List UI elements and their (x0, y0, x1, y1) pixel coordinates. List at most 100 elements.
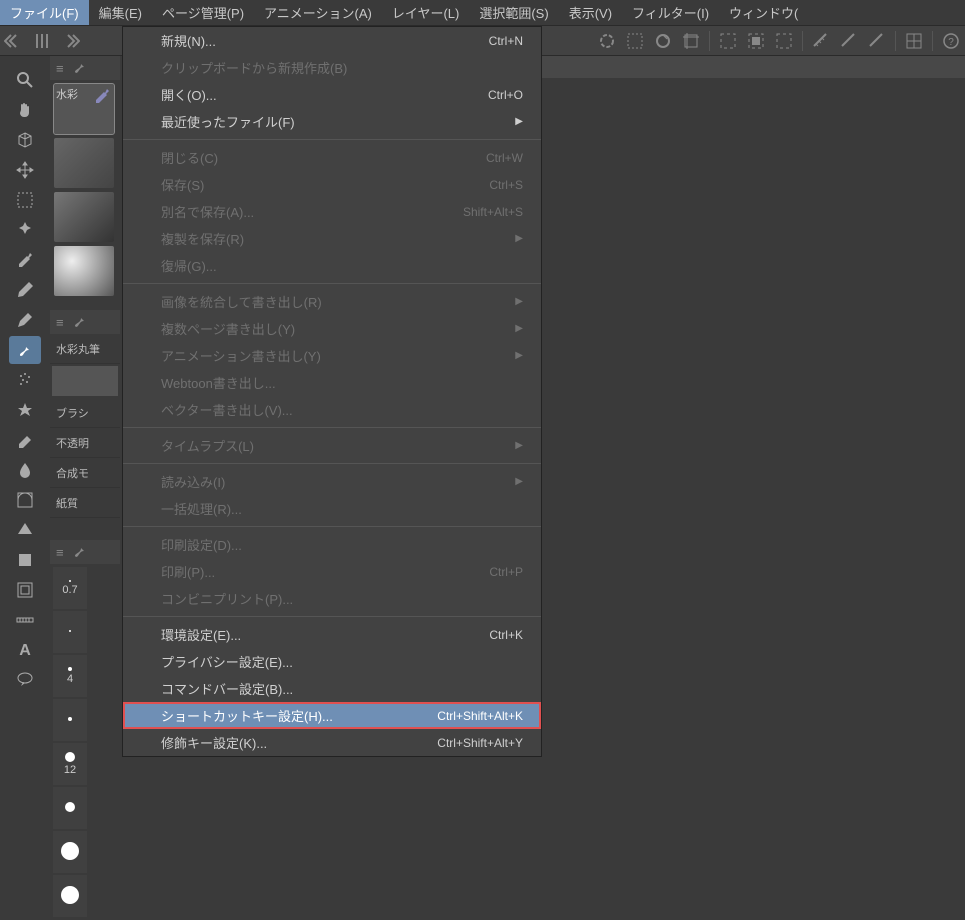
menu-item-shortcut: Ctrl+N (489, 34, 523, 48)
menu-layer[interactable]: レイヤー(L) (382, 0, 470, 25)
size-3[interactable] (53, 831, 87, 873)
bars-icon[interactable] (28, 27, 56, 55)
menu-item-27[interactable]: プライバシー設定(E)... (123, 648, 541, 675)
crop-icon[interactable] (677, 27, 705, 55)
menu-separator (123, 616, 541, 617)
eraser-tool[interactable] (9, 426, 41, 454)
dashed-rect3-icon[interactable] (770, 27, 798, 55)
size-0[interactable]: 0.7 (53, 567, 87, 609)
prop-blend-mode[interactable]: 合成モ (50, 458, 120, 488)
decoration-tool[interactable] (9, 396, 41, 424)
menu-item-label: ショートカットキー設定(H)... (161, 706, 333, 725)
menu-item-label: Webtoon書き出し... (161, 373, 276, 392)
menu-item-30[interactable]: 修飾キー設定(K)...Ctrl+Shift+Alt+Y (123, 729, 541, 756)
wand-tool[interactable] (9, 216, 41, 244)
pencil-tool[interactable] (9, 306, 41, 334)
size-2[interactable]: 12 (53, 743, 87, 785)
menu-animation[interactable]: アニメーション(A) (254, 0, 382, 25)
menu-separator (123, 427, 541, 428)
brush-preset-1[interactable] (54, 138, 114, 188)
balloon-tool[interactable] (9, 666, 41, 694)
submenu-arrow-icon: ▶ (515, 233, 523, 244)
menu-item-28[interactable]: コマンドバー設定(B)... (123, 675, 541, 702)
menu-item-shortcut: Shift+Alt+S (463, 205, 523, 219)
blend-tool[interactable] (9, 456, 41, 484)
menu-selection[interactable]: 選択範囲(S) (469, 0, 558, 25)
menu-separator (123, 139, 541, 140)
size-blank2[interactable] (53, 699, 87, 741)
chevron-left-icon[interactable] (0, 27, 28, 55)
eyedropper-tool[interactable] (9, 246, 41, 274)
marquee-tool[interactable] (9, 186, 41, 214)
brush-tab-icon[interactable] (70, 57, 90, 80)
brush-preset-0[interactable]: 水彩 (54, 84, 114, 134)
hamburger-icon[interactable]: ≡ (50, 315, 70, 330)
submenu-arrow-icon: ▶ (515, 323, 523, 334)
menu-item-5: 閉じる(C)Ctrl+W (123, 144, 541, 171)
text-tool[interactable]: A (9, 636, 41, 664)
brush-preset-3[interactable] (54, 246, 114, 296)
fill-tool[interactable] (9, 486, 41, 514)
menu-item-label: クリップボードから新規作成(B) (161, 58, 347, 77)
brush-icon (70, 541, 90, 564)
props-panel-tabs: ≡ (50, 310, 120, 334)
brush-tool[interactable] (9, 336, 41, 364)
menu-item-19: 読み込み(I)▶ (123, 468, 541, 495)
menu-file[interactable]: ファイル(F) (0, 0, 89, 25)
frame-tool[interactable] (9, 576, 41, 604)
size-blank[interactable] (53, 611, 87, 653)
prop-brush-name: 水彩丸筆 (50, 334, 120, 364)
help-icon[interactable]: ? (937, 27, 965, 55)
menu-filter[interactable]: フィルター(I) (622, 0, 719, 25)
prop-opacity[interactable]: 不透明 (50, 428, 120, 458)
menu-window[interactable]: ウィンドウ( (719, 0, 808, 25)
prop-paper[interactable]: 紙質 (50, 488, 120, 518)
menu-item-label: 複数ページ書き出し(Y) (161, 319, 295, 338)
hand-tool[interactable] (9, 96, 41, 124)
brush-panel-tabs: ≡ (50, 56, 120, 80)
menu-item-11: 画像を統合して書き出し(R)▶ (123, 288, 541, 315)
ruler-tool[interactable] (9, 606, 41, 634)
ruler-icon[interactable] (807, 27, 835, 55)
magnifier-tool[interactable] (9, 66, 41, 94)
size-blank4[interactable] (53, 875, 87, 917)
canvas-area (542, 56, 965, 756)
menu-item-3[interactable]: 最近使ったファイル(F)▶ (123, 108, 541, 135)
size-blank3[interactable] (53, 787, 87, 829)
menu-item-29[interactable]: ショートカットキー設定(H)... Ctrl+Shift+Alt+K (123, 702, 541, 729)
gradient-tool[interactable] (9, 516, 41, 544)
menu-separator (123, 283, 541, 284)
ruler2-icon[interactable] (835, 27, 863, 55)
menu-item-2[interactable]: 開く(O)...Ctrl+O (123, 81, 541, 108)
menu-item-label: 読み込み(I) (161, 472, 225, 491)
prop-brush-size[interactable]: ブラシ (50, 398, 120, 428)
select-rect-icon[interactable] (621, 27, 649, 55)
size-1[interactable]: 4 (53, 655, 87, 697)
menu-item-23: 印刷(P)...Ctrl+P (123, 558, 541, 585)
submenu-arrow-icon: ▶ (515, 440, 523, 451)
ruler3-icon[interactable] (863, 27, 891, 55)
grid-icon[interactable] (900, 27, 928, 55)
menu-item-label: コマンドバー設定(B)... (161, 679, 293, 698)
menu-page[interactable]: ページ管理(P) (152, 0, 254, 25)
airbrush-tool[interactable] (9, 366, 41, 394)
menu-item-20: 一括処理(R)... (123, 495, 541, 522)
hamburger-icon[interactable]: ≡ (50, 545, 70, 560)
cube-tool[interactable] (9, 126, 41, 154)
move-tool[interactable] (9, 156, 41, 184)
chevron-right-icon[interactable] (56, 27, 84, 55)
menu-item-0[interactable]: 新規(N)...Ctrl+N (123, 27, 541, 54)
menu-item-26[interactable]: 環境設定(E)...Ctrl+K (123, 621, 541, 648)
menu-item-shortcut: Ctrl+Shift+Alt+K (437, 709, 523, 723)
circle-arrow-icon[interactable] (649, 27, 677, 55)
dashed-rect-icon[interactable] (714, 27, 742, 55)
shape-tool[interactable] (9, 546, 41, 574)
pen-tool[interactable] (9, 276, 41, 304)
menu-item-15: ベクター書き出し(V)... (123, 396, 541, 423)
menu-edit[interactable]: 編集(E) (89, 0, 152, 25)
menu-item-shortcut: Ctrl+W (486, 151, 523, 165)
menu-view[interactable]: 表示(V) (559, 0, 622, 25)
dashed-rect2-icon[interactable] (742, 27, 770, 55)
hamburger-icon[interactable]: ≡ (50, 61, 70, 76)
brush-preset-2[interactable] (54, 192, 114, 242)
